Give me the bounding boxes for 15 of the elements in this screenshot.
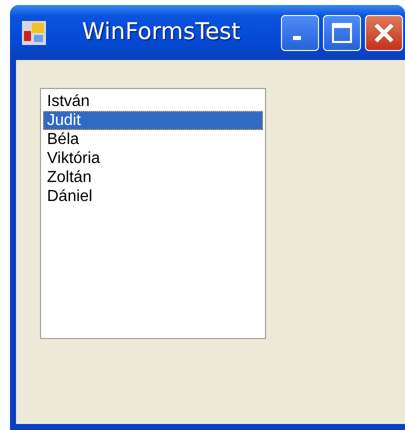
- list-item[interactable]: Viktória: [43, 149, 263, 168]
- minimize-button[interactable]: [281, 14, 319, 50]
- list-box[interactable]: István Judit Béla Viktória Zoltán Dániel: [40, 88, 266, 339]
- list-item[interactable]: Judit: [43, 111, 263, 130]
- minimize-icon: [293, 36, 301, 40]
- maximize-icon: [331, 22, 353, 44]
- list-item[interactable]: Dániel: [43, 187, 263, 206]
- close-icon: [373, 22, 395, 44]
- list-item[interactable]: Béla: [43, 130, 263, 149]
- app-icon: [22, 20, 46, 44]
- list-item[interactable]: Zoltán: [43, 168, 263, 187]
- maximize-button[interactable]: [323, 14, 361, 50]
- close-button[interactable]: [365, 14, 403, 50]
- list-item[interactable]: István: [43, 92, 263, 111]
- window-title: WinFormsTest: [82, 18, 240, 48]
